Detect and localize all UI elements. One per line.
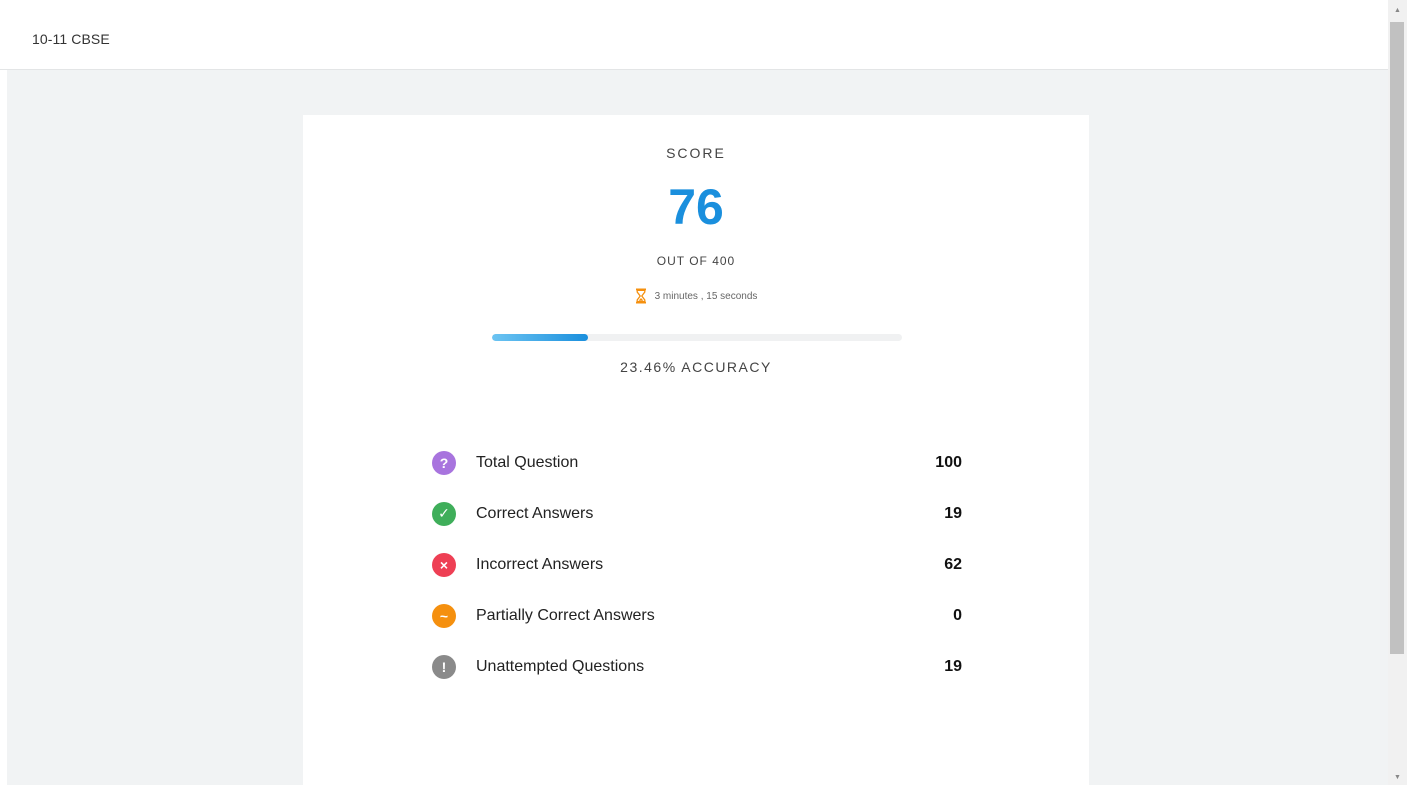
stat-row: ? Total Question 100 [432,437,962,488]
stat-row: × Incorrect Answers 62 [432,539,962,590]
score-value: 76 [668,179,724,235]
stat-row: ! Unattempted Questions 19 [432,641,962,692]
accuracy-progress-bar [492,334,902,341]
page-edge [0,0,7,785]
top-bar: 10-11 CBSE [0,0,1388,70]
stat-label: Total Question [476,453,579,471]
stat-value: 100 [935,453,962,471]
score-label: SCORE [666,145,726,161]
stat-row: ✓ Correct Answers 19 [432,488,962,539]
partial-icon: ~ [432,603,456,628]
stat-label: Correct Answers [476,504,594,522]
cross-icon: × [432,552,456,577]
stat-label: Incorrect Answers [476,555,604,573]
stat-value: 19 [944,504,962,522]
test-title: 10-11 CBSE [32,31,110,47]
scroll-up-arrow-icon[interactable]: ▲ [1388,4,1407,18]
accuracy-progress-fill [492,334,589,341]
stat-value: 19 [944,657,962,675]
question-icon: ? [432,450,456,475]
check-icon: ✓ [432,501,456,526]
result-card: SCORE 76 OUT OF 400 3 minutes , 15 secon… [303,115,1089,785]
stat-label: Unattempted Questions [476,657,645,675]
scroll-down-arrow-icon[interactable]: ▼ [1388,771,1407,785]
accuracy-label: 23.46% ACCURACY [620,359,772,375]
hourglass-icon [635,288,647,304]
stat-value: 62 [944,555,962,573]
vertical-scrollbar[interactable]: ▲ ▼ [1388,0,1407,785]
stat-label: Partially Correct Answers [476,606,655,624]
exclamation-icon: ! [432,654,456,679]
stats-list: ? Total Question 100 ✓ Correct Answers 19 × Inc… [432,437,962,692]
time-taken: 3 minutes , 15 seconds [303,288,1089,304]
scrollbar-thumb[interactable] [1390,22,1404,654]
out-of-label: OUT OF 400 [656,254,736,268]
stat-value: 0 [953,606,962,624]
stat-row: ~ Partially Correct Answers 0 [432,590,962,641]
time-taken-text: 3 minutes , 15 seconds [654,290,758,302]
